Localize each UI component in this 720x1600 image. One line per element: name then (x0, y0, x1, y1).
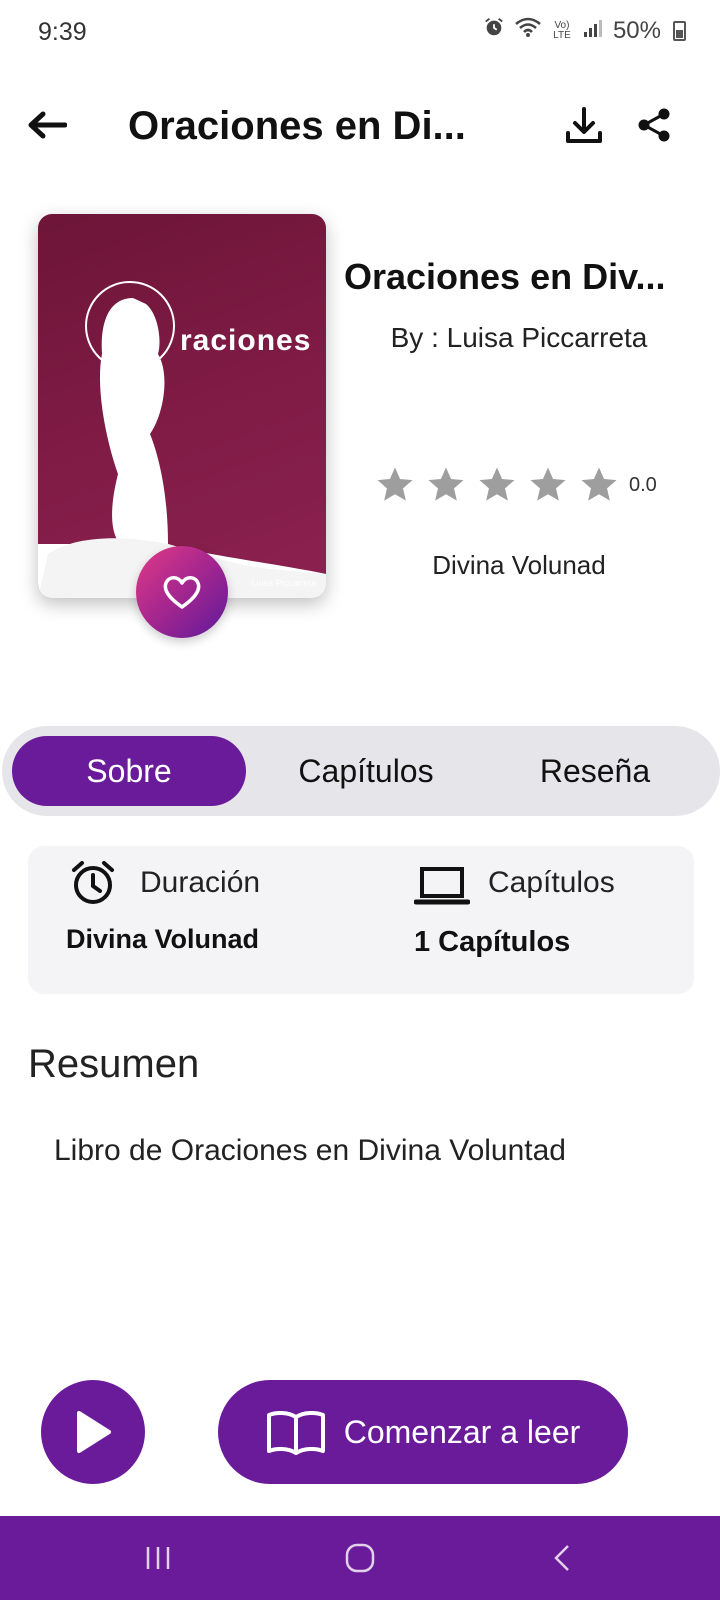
book-cover[interactable]: raciones Luisa Piccarreta (38, 214, 326, 598)
battery-text: 50% (612, 16, 661, 44)
play-icon (77, 1411, 111, 1453)
home-button[interactable] (338, 1536, 382, 1580)
download-button[interactable] (560, 100, 608, 150)
praying-figure-illustration (38, 281, 326, 598)
book-title: Oraciones en Div... (344, 256, 666, 297)
star-icon[interactable] (425, 464, 467, 506)
page-title: Oraciones en Di... (128, 104, 466, 148)
star-icon[interactable] (476, 464, 518, 506)
tab-resena[interactable]: Reseña (492, 736, 698, 806)
rating-value: 0.0 (629, 473, 657, 496)
recent-apps-button[interactable] (136, 1536, 180, 1580)
summary-text: Libro de Oraciones en Divina Voluntad (54, 1134, 566, 1167)
chapters-value: 1 Capítulos (414, 926, 571, 958)
cover-author-text: Luisa Piccarreta (251, 578, 316, 588)
alarm-clock-icon (72, 861, 114, 904)
wifi-icon (515, 16, 541, 45)
chevron-left-icon (554, 1545, 569, 1571)
system-nav-bar (0, 1516, 720, 1600)
star-icon[interactable] (527, 464, 569, 506)
home-icon (345, 1543, 375, 1573)
rating[interactable]: 0.0 (374, 464, 657, 506)
summary-heading: Resumen (28, 1042, 200, 1086)
back-button[interactable] (22, 100, 72, 150)
signal-icon (583, 17, 603, 45)
start-reading-button[interactable]: Comenzar a leer (218, 1380, 628, 1484)
tab-capitulos[interactable]: Capítulos (258, 736, 474, 806)
tab-bar: Sobre Capítulos Reseña (2, 726, 720, 816)
share-button[interactable] (630, 100, 678, 150)
recent-apps-icon (146, 1547, 170, 1569)
status-icons: Vo) LTE 50% (483, 16, 686, 45)
chapters-label: Capítulos (488, 866, 615, 899)
favorite-button[interactable] (136, 546, 228, 638)
heart-icon (163, 576, 201, 609)
share-icon (638, 108, 670, 142)
status-time: 9:39 (38, 18, 87, 46)
download-icon (566, 107, 602, 143)
tab-sobre[interactable]: Sobre (12, 736, 246, 806)
laptop-icon (414, 867, 470, 905)
cover-title-text: raciones (180, 324, 312, 357)
duration-value: Divina Volunad (66, 924, 260, 954)
book-category: Divina Volunad (432, 550, 606, 580)
alarm-icon (483, 16, 505, 45)
open-book-icon (266, 1410, 325, 1455)
book-author: By : Luisa Piccarreta (390, 322, 648, 353)
play-button[interactable] (41, 1380, 145, 1484)
start-reading-label: Comenzar a leer (343, 1413, 581, 1450)
arrow-left-icon (28, 111, 67, 139)
battery-icon (673, 20, 686, 41)
star-icon[interactable] (374, 464, 416, 506)
duration-label: Duración (140, 866, 261, 899)
nav-back-button[interactable] (540, 1536, 584, 1580)
lte-icon: Vo) LTE (553, 19, 571, 41)
star-icon[interactable] (578, 464, 620, 506)
